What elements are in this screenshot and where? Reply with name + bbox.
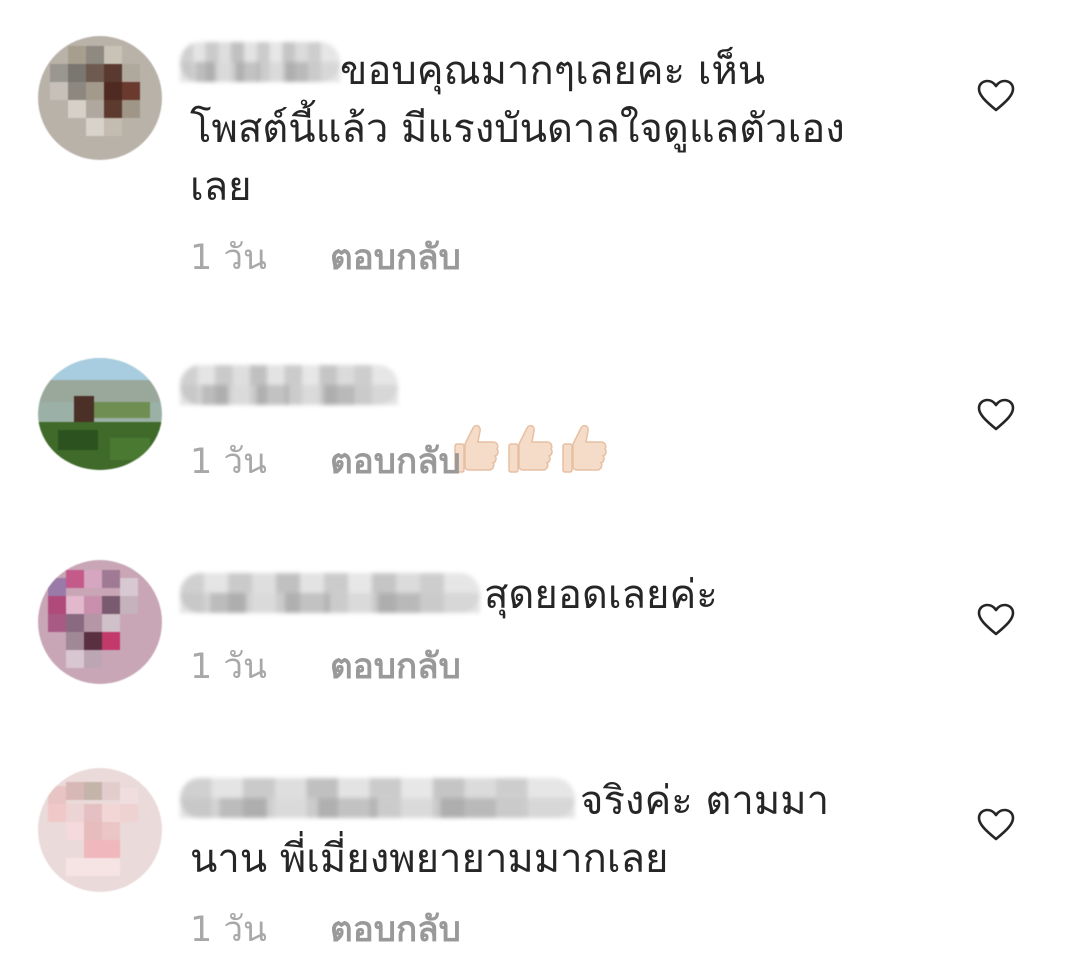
- avatar[interactable]: [38, 36, 162, 160]
- avatar[interactable]: [38, 358, 162, 470]
- reply-button[interactable]: ตอบกลับ: [330, 910, 461, 950]
- username-redacted[interactable]: [180, 573, 480, 613]
- thumbs-up-emoji-icon: [508, 424, 553, 473]
- reply-button[interactable]: ตอบกลับ: [330, 238, 461, 278]
- reply-button[interactable]: ตอบกลับ: [330, 647, 461, 687]
- comment-time: 1 วัน: [190, 910, 267, 950]
- heart-outline-icon[interactable]: [977, 398, 1015, 432]
- comment-text: ขอบคุณมากๆเลยคะ เห็น โพสต์นี้แล้ว มีแรงบ…: [190, 48, 845, 210]
- comment-meta: 1 วัน ตอบกลับ: [190, 910, 461, 950]
- reply-button[interactable]: ตอบกลับ: [330, 442, 461, 482]
- comment-meta: 1 วัน ตอบกลับ: [190, 647, 461, 687]
- comment-text: สุดยอดเลยค่ะ: [484, 572, 718, 618]
- comment-meta: 1 วัน ตอบกลับ: [190, 238, 461, 278]
- comment-time: 1 วัน: [190, 442, 267, 482]
- heart-outline-icon[interactable]: [977, 808, 1015, 842]
- comment-text: จริงค่ะ ตามมา นาน พี่เมี่ยงพยายามมากเลย: [190, 778, 830, 882]
- thumbs-up-emoji-icon: [562, 424, 607, 473]
- heart-outline-icon[interactable]: [977, 79, 1015, 113]
- comment-meta: 1 วัน ตอบกลับ: [190, 442, 461, 482]
- comment-time: 1 วัน: [190, 238, 267, 278]
- username-redacted[interactable]: [180, 365, 398, 405]
- avatar[interactable]: [38, 560, 162, 684]
- comment-time: 1 วัน: [190, 647, 267, 687]
- avatar[interactable]: [38, 768, 162, 892]
- heart-outline-icon[interactable]: [977, 603, 1015, 637]
